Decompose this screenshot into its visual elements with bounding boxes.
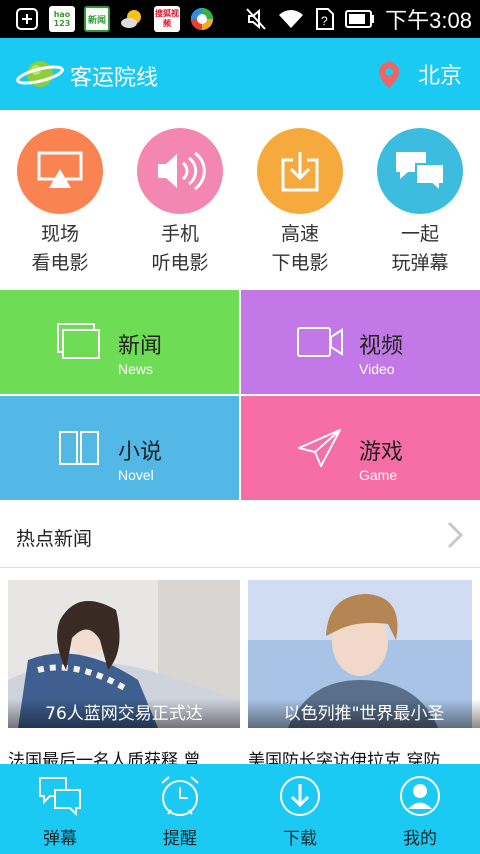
section-title: 热点新闻 bbox=[16, 528, 93, 550]
feature-circle bbox=[137, 128, 223, 214]
feature-live-movie[interactable]: 现场 看电影 bbox=[0, 128, 120, 278]
nav-download[interactable]: 下载 bbox=[240, 774, 360, 849]
feature-label: 高速 下电影 bbox=[271, 223, 329, 274]
speaker-icon bbox=[158, 151, 206, 191]
news-thumbnail: 以色列推"世界最小圣 bbox=[248, 580, 480, 728]
app-header: 客运院线 北京 bbox=[0, 38, 480, 110]
feature-download-movie[interactable]: 高速 下电影 bbox=[240, 128, 360, 278]
city-selector[interactable]: 北京 bbox=[418, 58, 462, 90]
paper-plane-icon bbox=[298, 429, 341, 467]
category-grid: 新闻 News 视频 Video 小说 Novel 游戏 Game bbox=[0, 290, 480, 500]
category-news[interactable]: 新闻 News bbox=[0, 290, 239, 394]
screen-icon bbox=[37, 151, 83, 188]
chat-bubble-icon bbox=[39, 777, 81, 817]
news-card[interactable]: 以色列推"世界最小圣 美国防长突访伊拉克 穿防... bbox=[248, 580, 480, 771]
bottom-navigation: 弹幕 提醒 下载 我的 bbox=[0, 764, 480, 854]
thumbnail-caption: 76人蓝网交易正式达 bbox=[8, 699, 240, 728]
no-sim-icon: ? bbox=[316, 8, 335, 30]
wifi-icon bbox=[279, 10, 304, 28]
clock: 下午3:08 bbox=[385, 8, 472, 33]
weather-icon bbox=[119, 6, 145, 32]
system-status: ? 下午3:08 bbox=[245, 4, 472, 34]
feature-listen-movie[interactable]: 手机 听电影 bbox=[120, 128, 240, 278]
download-icon bbox=[281, 152, 319, 192]
profile-icon bbox=[400, 776, 440, 816]
app-title: 客运院线 bbox=[70, 66, 159, 91]
news-list: 76人蓝网交易正式达 法国最后一名人质获释 曾... 以色列推"世界最小圣 美国… bbox=[0, 568, 480, 771]
nav-danmaku[interactable]: 弹幕 bbox=[0, 774, 120, 849]
alarm-clock-icon bbox=[161, 776, 199, 816]
plus-square-icon bbox=[14, 6, 40, 32]
feature-circle bbox=[257, 128, 343, 214]
feature-danmaku[interactable]: 一起 玩弹幕 bbox=[360, 128, 480, 278]
hao123-icon: hao 123 bbox=[49, 6, 75, 32]
hot-news-header[interactable]: 热点新闻 bbox=[0, 500, 480, 568]
windows-icon bbox=[57, 323, 100, 359]
location-pin-icon[interactable] bbox=[378, 61, 400, 89]
status-bar: hao 123 新闻 搜狐视频 ? 下午3:08 bbox=[0, 0, 480, 38]
category-novel[interactable]: 小说 Novel bbox=[0, 396, 239, 500]
market-icon bbox=[189, 6, 215, 32]
sohu-video-icon: 搜狐视频 bbox=[154, 6, 180, 32]
category-game[interactable]: 游戏 Game bbox=[241, 396, 480, 500]
nav-mine[interactable]: 我的 bbox=[360, 774, 480, 849]
open-book-icon bbox=[59, 431, 99, 465]
download-circle-icon bbox=[280, 776, 320, 816]
notification-icons: hao 123 新闻 搜狐视频 bbox=[14, 6, 215, 32]
thumbnail-caption: 以色列推"世界最小圣 bbox=[248, 699, 480, 728]
feature-label: 手机 听电影 bbox=[151, 223, 209, 274]
feature-shortcuts: 现场 看电影 手机 听电影 高速 下电影 一起 玩弹幕 bbox=[0, 110, 480, 290]
nav-reminder[interactable]: 提醒 bbox=[120, 774, 240, 849]
news-card[interactable]: 76人蓝网交易正式达 法国最后一名人质获释 曾... bbox=[8, 580, 240, 771]
feature-circle bbox=[377, 128, 463, 214]
feature-circle bbox=[17, 128, 103, 214]
planet-logo-icon bbox=[16, 61, 64, 87]
feature-label: 一起 玩弹幕 bbox=[391, 223, 449, 274]
svg-text:?: ? bbox=[321, 14, 328, 28]
battery-icon bbox=[345, 10, 375, 28]
chevron-right-icon bbox=[447, 521, 464, 549]
news-icon: 新闻 bbox=[84, 6, 110, 32]
mute-icon bbox=[246, 8, 266, 30]
chat-icon bbox=[396, 152, 445, 194]
feature-label: 现场 看电影 bbox=[31, 223, 89, 274]
category-video[interactable]: 视频 Video bbox=[241, 290, 480, 394]
video-camera-icon bbox=[297, 327, 343, 357]
news-thumbnail: 76人蓝网交易正式达 bbox=[8, 580, 240, 728]
